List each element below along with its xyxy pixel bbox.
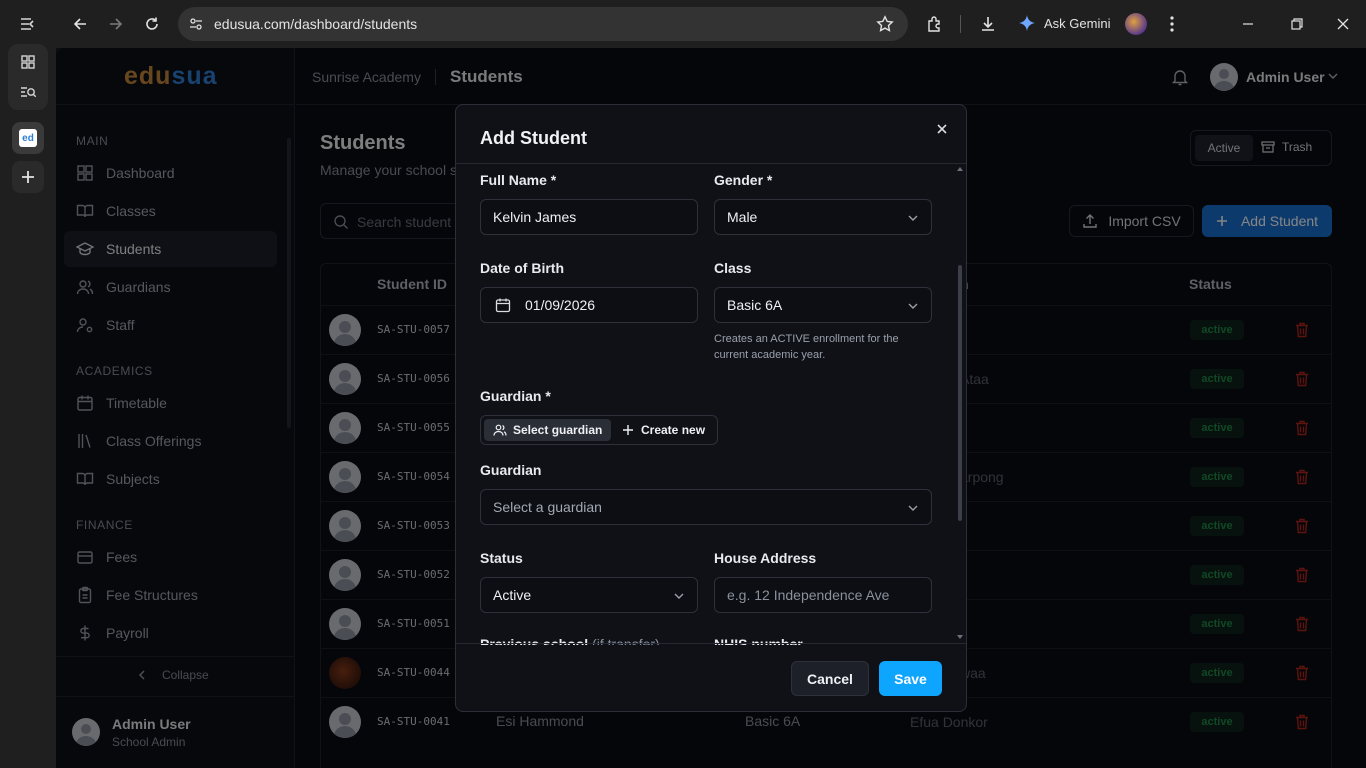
class-select[interactable]: Basic 6A: [714, 287, 932, 323]
cancel-button[interactable]: Cancel: [791, 661, 869, 696]
select-guardian-label: Select guardian: [513, 423, 603, 437]
tab-create-new[interactable]: Create new: [622, 419, 705, 441]
add-student-dialog: Add Student Full Name * Kelvin James Gen…: [455, 104, 967, 712]
gender-label: Gender *: [714, 172, 773, 188]
download-icon[interactable]: [976, 12, 1000, 36]
save-button[interactable]: Save: [879, 661, 942, 696]
full-name-input[interactable]: Kelvin James: [480, 199, 698, 235]
site-info-icon[interactable]: [188, 16, 204, 32]
back-icon[interactable]: [68, 12, 92, 36]
ask-gemini-button[interactable]: Ask Gemini: [1018, 14, 1110, 32]
status-value: Active: [493, 587, 532, 603]
chevron-down-icon: [908, 215, 918, 221]
gemini-icon: [1019, 15, 1035, 31]
edusua-app: edusua MAIN Dashboard Classes Students G…: [56, 48, 1366, 768]
address-bar[interactable]: edusua.com/dashboard/students: [178, 7, 908, 41]
chevron-down-icon: [908, 303, 918, 309]
gender-select[interactable]: Male: [714, 199, 932, 235]
close-window-icon[interactable]: [1331, 12, 1355, 36]
users-icon: [493, 424, 507, 436]
guardian-required-label: Guardian *: [480, 388, 551, 404]
gender-value: Male: [727, 209, 758, 225]
extensions-icon[interactable]: [923, 12, 947, 36]
bookmark-star-icon[interactable]: [876, 15, 894, 33]
dob-label: Date of Birth: [480, 260, 564, 276]
chevron-down-icon: [674, 593, 684, 599]
class-help-text: Creates an ACTIVE enrollment for the cur…: [714, 333, 899, 361]
tab-search-icon[interactable]: [12, 76, 44, 108]
status-select[interactable]: Active: [480, 577, 698, 613]
vertical-tab-strip: ed: [0, 0, 56, 768]
minimize-icon[interactable]: [1236, 12, 1260, 36]
full-name-value: Kelvin James: [493, 209, 577, 225]
address-input[interactable]: e.g. 12 Independence Ave: [714, 577, 932, 613]
edusua-tab[interactable]: ed: [12, 122, 44, 154]
address-placeholder: e.g. 12 Independence Ave: [727, 587, 890, 603]
class-value: Basic 6A: [727, 297, 783, 313]
reload-icon[interactable]: [140, 12, 164, 36]
calendar-icon: [495, 298, 511, 313]
dialog-title: Add Student: [480, 128, 587, 148]
restore-icon[interactable]: [1285, 12, 1309, 36]
address-label: House Address: [714, 550, 817, 566]
toolbar-divider: [960, 15, 961, 33]
dob-input[interactable]: 01/09/2026: [480, 287, 698, 323]
dob-value: 01/09/2026: [525, 297, 596, 313]
chevron-down-icon: [908, 505, 918, 511]
class-label: Class: [714, 260, 752, 276]
create-new-label: Create new: [641, 423, 706, 437]
ask-gemini-label: Ask Gemini: [1044, 15, 1111, 31]
guardian-placeholder: Select a guardian: [493, 499, 602, 515]
full-name-label: Full Name *: [480, 172, 557, 188]
url-text[interactable]: edusua.com/dashboard/students: [214, 16, 417, 32]
forward-icon[interactable]: [104, 12, 128, 36]
guardian-select[interactable]: Select a guardian: [480, 489, 932, 525]
profile-avatar[interactable]: [1125, 13, 1147, 35]
scroll-down-icon[interactable]: [957, 635, 963, 639]
collapse-tabs-icon[interactable]: [12, 8, 44, 40]
plus-icon: [623, 425, 633, 435]
browser-toolbar: edusua.com/dashboard/students Ask Gemini: [56, 0, 1366, 48]
close-icon[interactable]: [936, 123, 948, 135]
scroll-up-icon[interactable]: [957, 167, 963, 171]
dialog-footer-divider: [456, 643, 966, 644]
guardian-label: Guardian: [480, 462, 542, 478]
guardian-mode-tabs: Select guardian Create new: [480, 415, 718, 445]
status-label: Status: [480, 550, 523, 566]
edusua-favicon-icon: ed: [19, 129, 37, 147]
tab-grid-icon[interactable]: [12, 46, 44, 78]
dialog-header-divider: [456, 163, 966, 164]
dialog-scrollbar[interactable]: [958, 265, 962, 521]
chrome-menu-icon[interactable]: [1160, 12, 1184, 36]
new-tab-button[interactable]: [12, 161, 44, 193]
tab-select-guardian[interactable]: Select guardian: [484, 419, 611, 441]
